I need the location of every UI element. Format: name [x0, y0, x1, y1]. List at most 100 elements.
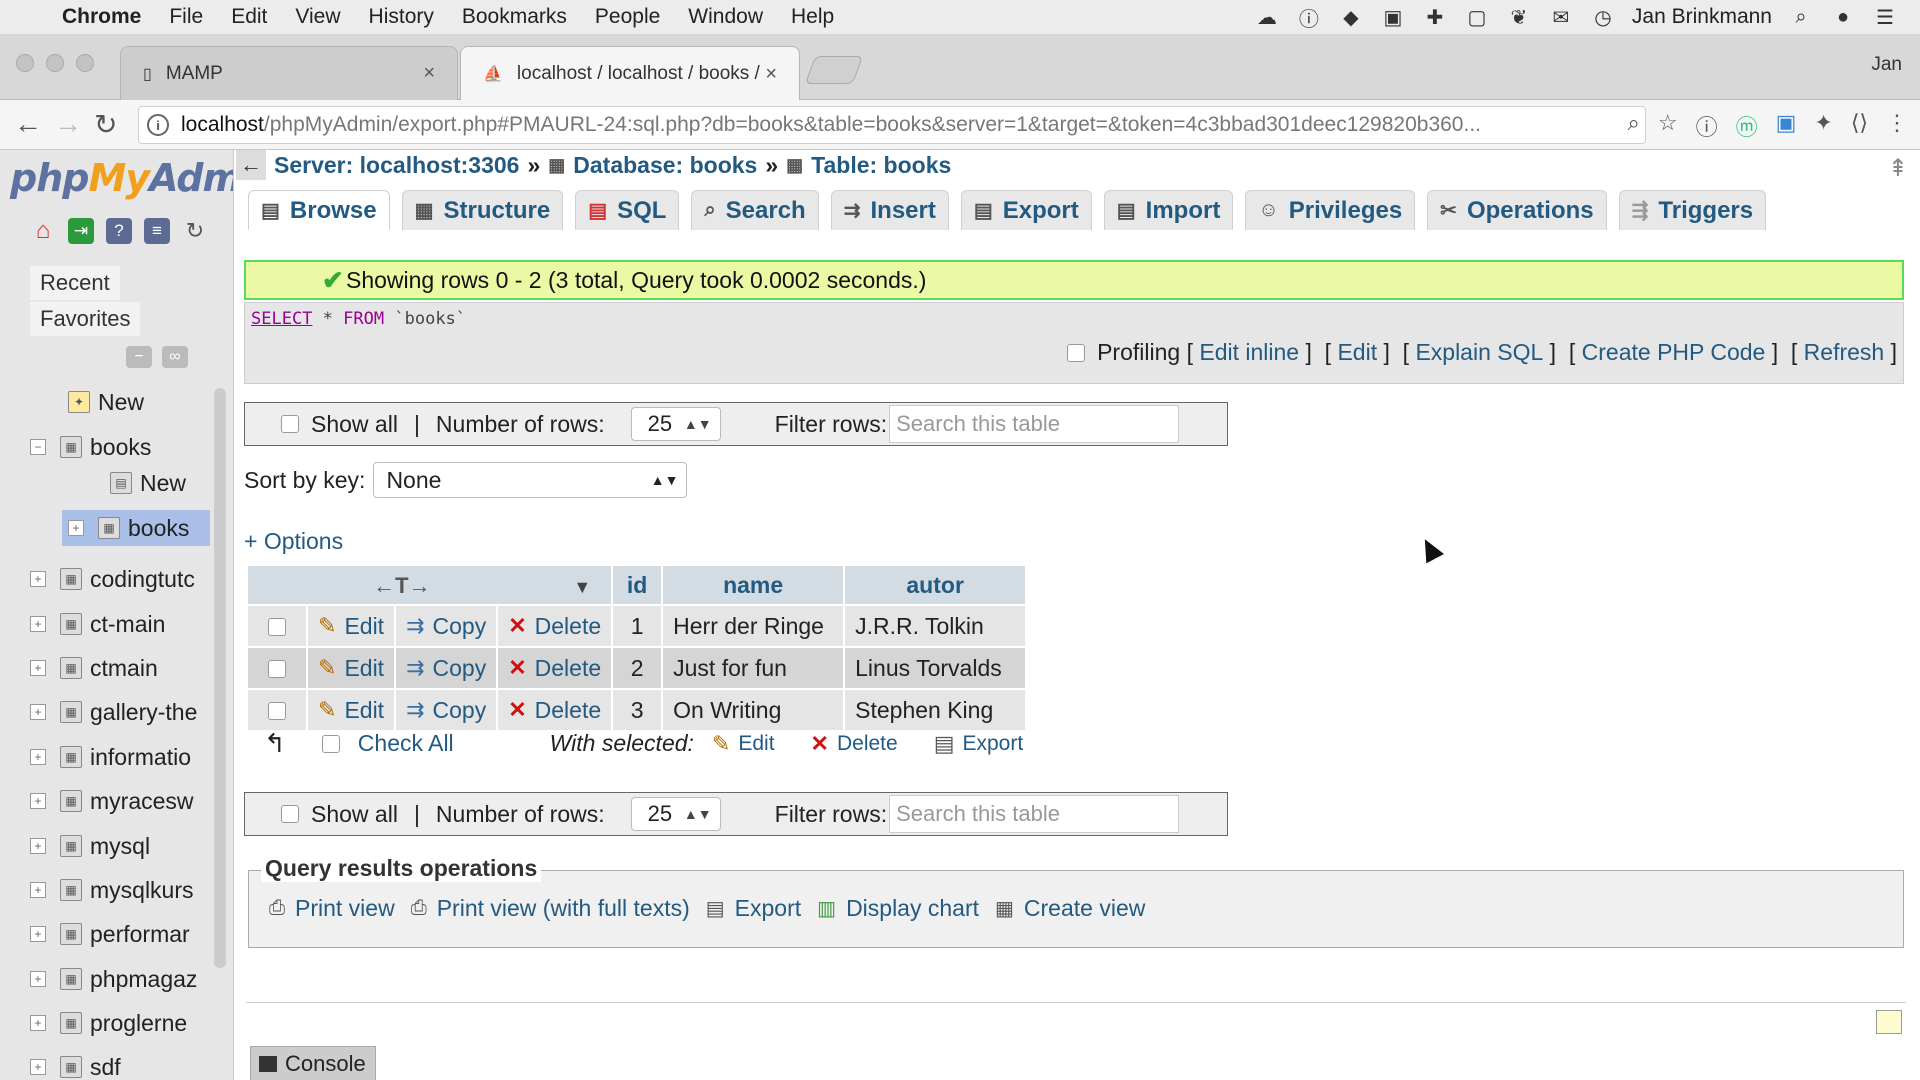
collapse-navigation-arrow-icon[interactable]: ←	[236, 150, 266, 180]
reload-navigation-icon[interactable]: ↻	[182, 218, 208, 244]
explain-sql-link[interactable]: Explain SQL	[1415, 339, 1543, 366]
siri-icon[interactable]: ●	[1830, 6, 1856, 28]
check-all-link[interactable]: Check All	[358, 730, 454, 757]
window-close-button[interactable]	[16, 54, 34, 72]
create-php-code-link[interactable]: Create PHP Code	[1582, 339, 1766, 366]
row-edit-button[interactable]: ✎ Edit	[318, 655, 384, 682]
menu-file[interactable]: File	[169, 5, 203, 29]
tree-item-database[interactable]: + ▦ myracesw	[30, 783, 194, 819]
rows-per-page-select[interactable]: 25 ▲▼	[630, 797, 721, 831]
cell-autor[interactable]: Linus Torvalds	[845, 648, 1026, 688]
browser-tab-mamp[interactable]: ▯ MAMP ×	[120, 46, 458, 100]
options-link[interactable]: + Options	[244, 528, 343, 555]
recent-tables-button[interactable]: Recent	[30, 266, 120, 300]
expand-icon[interactable]: +	[30, 704, 46, 720]
tree-item-database[interactable]: + ▦ performar	[30, 916, 190, 952]
cell-id[interactable]: 1	[613, 606, 662, 646]
notes-icon[interactable]	[1876, 1010, 1902, 1034]
cell-name[interactable]: On Writing	[663, 690, 844, 730]
expand-icon[interactable]: +	[30, 793, 46, 809]
scroll-top-icon[interactable]: ⇞	[1888, 154, 1908, 183]
tab-privileges[interactable]: ☺ Privileges	[1245, 190, 1416, 230]
tab-export[interactable]: ▤ Export	[960, 190, 1092, 230]
tree-item-database[interactable]: + ▦ sdf	[30, 1049, 121, 1080]
row-checkbox[interactable]	[268, 702, 286, 721]
back-arrow-icon[interactable]: ←	[14, 108, 42, 140]
tab-import[interactable]: ▤ Import	[1103, 190, 1234, 230]
home-icon[interactable]: ⌂	[30, 217, 56, 244]
reload-icon[interactable]: ↻	[94, 108, 117, 141]
tab-structure[interactable]: ▦ Structure	[401, 190, 564, 230]
sidebar-scrollbar[interactable]	[214, 388, 226, 968]
tree-item-new-table[interactable]: ▤ New	[110, 465, 186, 501]
row-copy-button[interactable]: ⇉ Copy	[406, 613, 486, 640]
expand-icon[interactable]: +	[30, 571, 46, 587]
expand-icon[interactable]: +	[68, 520, 84, 536]
extension-code-icon[interactable]: ⟨⟩	[1851, 110, 1868, 142]
with-selected-edit-button[interactable]: ✎ Edit	[712, 731, 775, 757]
menu-app-chrome[interactable]: Chrome	[62, 5, 141, 29]
edit-inline-link[interactable]: Edit inline	[1199, 339, 1299, 366]
profiling-checkbox[interactable]	[1067, 343, 1086, 362]
chrome-menu-icon[interactable]: ⋮	[1886, 110, 1908, 142]
export-link[interactable]: ▤ Export	[706, 895, 801, 922]
expand-icon[interactable]: +	[30, 660, 46, 676]
row-delete-button[interactable]: ✕ Delete	[508, 655, 601, 682]
spotlight-search-icon[interactable]: ⌕	[1788, 6, 1814, 28]
menu-window[interactable]: Window	[688, 5, 763, 29]
close-tab-icon[interactable]: ×	[765, 63, 777, 86]
print-view-full-link[interactable]: ⎙ Print view (with full texts)	[411, 895, 690, 922]
clapper-icon[interactable]: ▣	[1380, 6, 1406, 29]
edit-query-link[interactable]: Edit	[1337, 339, 1377, 366]
tree-item-database[interactable]: + ▦ codingtutc	[30, 561, 195, 597]
bookmark-star-icon[interactable]: ☆	[1658, 110, 1678, 142]
cell-id[interactable]: 2	[613, 648, 662, 688]
tree-item-database[interactable]: + ▦ mysql	[30, 828, 150, 864]
create-view-link[interactable]: ▦ Create view	[995, 895, 1145, 922]
window-zoom-button[interactable]	[76, 54, 94, 72]
sort-by-key-select[interactable]: None ▲▼	[373, 462, 688, 498]
menu-help[interactable]: Help	[791, 5, 834, 29]
expand-icon[interactable]: +	[30, 926, 46, 942]
console-toggle-button[interactable]: Console	[250, 1046, 376, 1080]
with-selected-export-button[interactable]: ▤ Export	[934, 731, 1024, 757]
collapse-icon[interactable]: −	[30, 439, 46, 455]
close-tab-icon[interactable]: ×	[423, 62, 435, 85]
phpmyadmin-logo[interactable]: phpMyAdmi	[10, 156, 233, 200]
expand-icon[interactable]: +	[30, 1059, 46, 1075]
creative-cloud-icon[interactable]: ☁	[1254, 6, 1280, 29]
tree-item-database[interactable]: + ▦ ctmain	[30, 650, 158, 686]
expand-icon[interactable]: +	[30, 882, 46, 898]
column-header-name[interactable]: name	[663, 566, 844, 604]
check-all-checkbox[interactable]	[321, 734, 340, 753]
extension-m-icon[interactable]: ⓜ	[1736, 110, 1758, 142]
extension-window-icon[interactable]: ▣	[1776, 110, 1797, 142]
cell-autor[interactable]: Stephen King	[845, 690, 1026, 730]
tree-item-database[interactable]: + ▦ informatio	[30, 739, 191, 775]
logout-icon[interactable]: ⇥	[68, 218, 94, 244]
cell-id[interactable]: 3	[613, 690, 662, 730]
help-icon[interactable]: ?	[106, 218, 132, 244]
tree-item-new-database[interactable]: ✦ New	[68, 384, 144, 420]
filter-rows-input[interactable]: Search this table	[889, 795, 1180, 833]
column-nav-arrows[interactable]: ←T→	[373, 573, 430, 598]
cell-name[interactable]: Herr der Ringe	[663, 606, 844, 646]
tree-item-database[interactable]: + ▦ mysqlkurs	[30, 872, 194, 908]
url-input[interactable]: i localhost /phpMyAdmin/export.php#PMAUR…	[138, 106, 1646, 144]
forward-arrow-icon[interactable]: →	[54, 108, 82, 140]
expand-icon[interactable]: +	[30, 838, 46, 854]
filter-rows-input[interactable]: Search this table	[889, 405, 1180, 443]
menu-view[interactable]: View	[295, 5, 340, 29]
browser-tab-phpmyadmin[interactable]: ⛵ localhost / localhost / books / l ×	[460, 46, 800, 101]
tree-item-database[interactable]: + ▦ ct-main	[30, 606, 165, 642]
menu-edit[interactable]: Edit	[231, 5, 267, 29]
zoom-icon[interactable]: ⌕	[1628, 110, 1640, 142]
favorite-tables-button[interactable]: Favorites	[30, 302, 141, 336]
rows-per-page-select[interactable]: 25 ▲▼	[630, 407, 721, 441]
menu-history[interactable]: History	[369, 5, 434, 29]
camera-icon[interactable]: ▢	[1464, 6, 1490, 29]
expand-icon[interactable]: +	[30, 616, 46, 632]
sort-dropdown-icon[interactable]: ▼	[573, 577, 591, 597]
onepassword-icon[interactable]: ⓘ	[1296, 6, 1322, 31]
refresh-link[interactable]: Refresh	[1804, 339, 1885, 366]
